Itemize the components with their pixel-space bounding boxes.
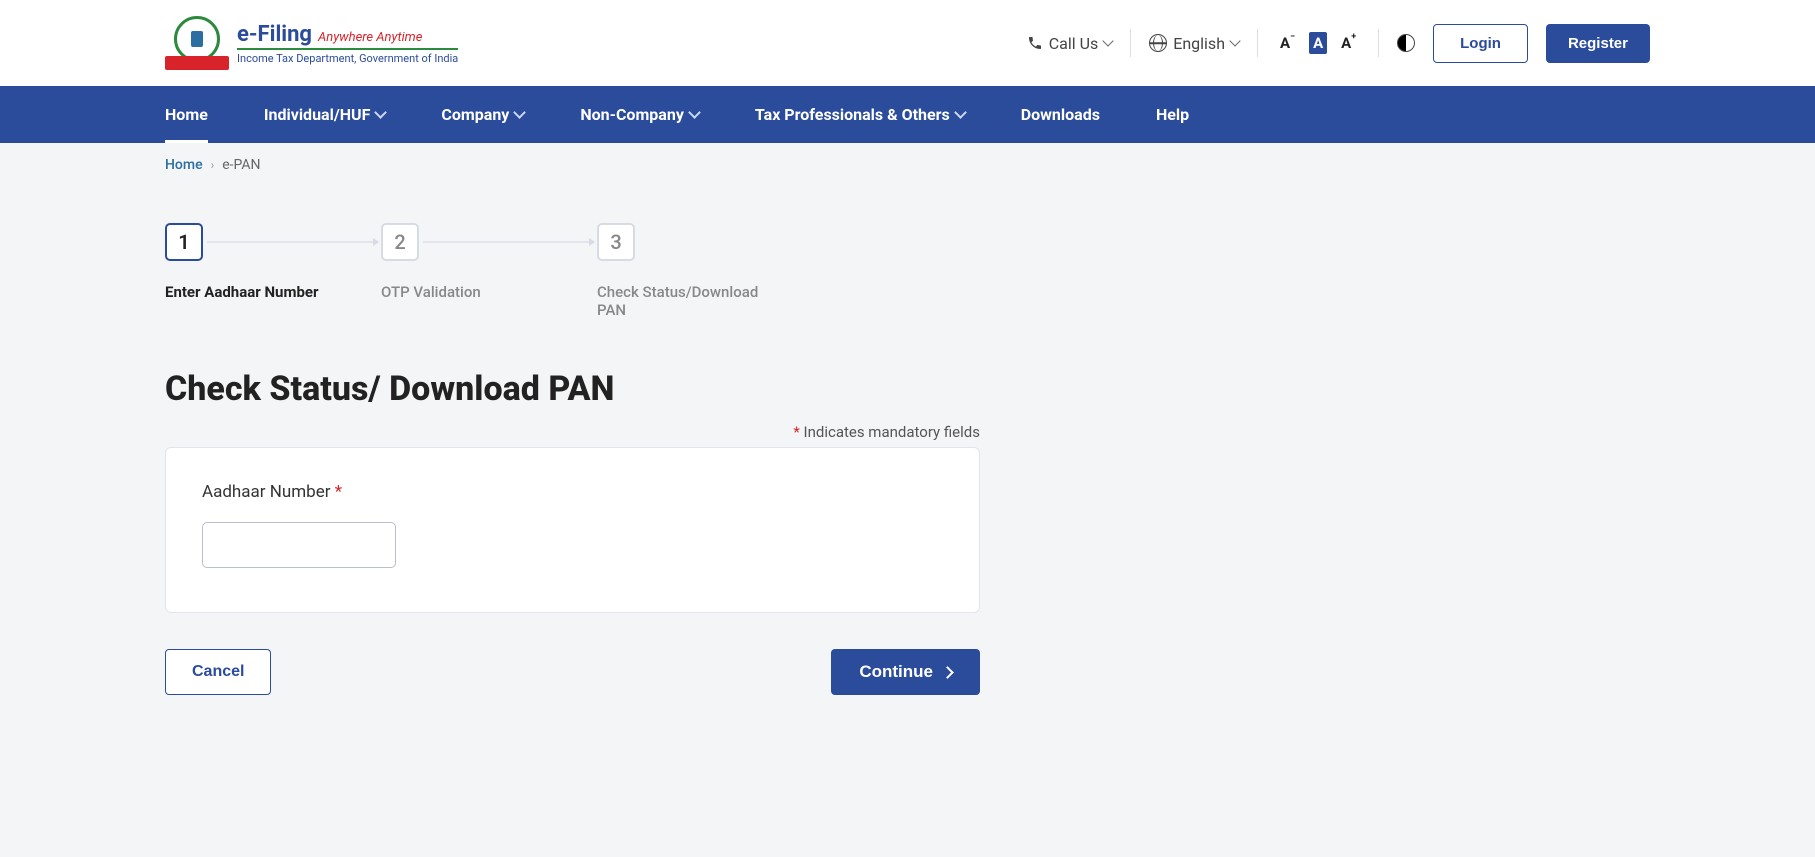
login-button[interactable]: Login	[1433, 24, 1528, 63]
step-connector	[423, 241, 593, 243]
logo-title: e-Filing	[237, 22, 312, 47]
progress-stepper: 1 Enter Aadhaar Number 2 OTP Validation …	[0, 183, 1815, 319]
chevron-right-icon: ›	[211, 158, 215, 172]
divider	[1130, 29, 1131, 57]
emblem-icon	[165, 16, 229, 70]
step-1-label: Enter Aadhaar Number	[165, 283, 318, 301]
chevron-down-icon	[375, 106, 388, 119]
step-3: 3 Check Status/Download PAN	[597, 223, 813, 319]
main-content: Check Status/ Download PAN * Indicates m…	[0, 319, 1145, 755]
continue-button[interactable]: Continue	[831, 649, 980, 695]
step-2-number: 2	[381, 223, 419, 261]
step-connector	[207, 241, 377, 243]
top-header: e-Filing Anywhere Anytime Income Tax Dep…	[0, 0, 1815, 86]
chevron-down-icon	[954, 106, 967, 119]
call-us-label: Call Us	[1049, 34, 1099, 53]
form-card: Aadhaar Number *	[165, 447, 980, 613]
mandatory-note: * Indicates mandatory fields	[165, 423, 980, 441]
nav-downloads[interactable]: Downloads	[1021, 86, 1100, 143]
step-1: 1 Enter Aadhaar Number	[165, 223, 381, 301]
logo-subtitle: Income Tax Department, Government of Ind…	[237, 48, 458, 65]
nav-help[interactable]: Help	[1156, 86, 1189, 143]
chevron-down-icon	[688, 106, 701, 119]
chevron-down-icon	[1229, 35, 1240, 46]
divider	[1378, 29, 1379, 57]
nav-company[interactable]: Company	[441, 86, 524, 143]
aadhaar-input[interactable]	[202, 522, 396, 568]
step-3-label: Check Status/Download PAN	[597, 283, 777, 319]
language-label: English	[1173, 34, 1225, 53]
font-size-controls: A− A A+	[1276, 32, 1360, 54]
register-button[interactable]: Register	[1546, 24, 1650, 63]
phone-icon	[1027, 35, 1043, 51]
contrast-toggle-icon[interactable]	[1397, 34, 1415, 52]
logo-text: e-Filing Anywhere Anytime Income Tax Dep…	[237, 22, 458, 65]
primary-nav: Home Individual/HUF Company Non-Company …	[0, 86, 1815, 143]
step-1-number: 1	[165, 223, 203, 261]
globe-icon	[1149, 34, 1167, 52]
chevron-down-icon	[1103, 35, 1114, 46]
logo-tagline: Anywhere Anytime	[318, 30, 422, 45]
aadhaar-label: Aadhaar Number *	[202, 482, 943, 502]
nav-non-company[interactable]: Non-Company	[580, 86, 699, 143]
header-controls: Call Us English A− A A+ Login Register	[1027, 24, 1650, 63]
call-us-dropdown[interactable]: Call Us	[1027, 34, 1113, 53]
step-3-number: 3	[597, 223, 635, 261]
action-row: Cancel Continue	[165, 649, 980, 695]
breadcrumb-current: e-PAN	[222, 157, 260, 173]
divider	[1257, 29, 1258, 57]
nav-home[interactable]: Home	[165, 86, 208, 143]
language-dropdown[interactable]: English	[1149, 34, 1239, 53]
breadcrumb-home-link[interactable]: Home	[165, 157, 203, 173]
continue-label: Continue	[859, 662, 933, 682]
font-normal-button[interactable]: A	[1309, 32, 1327, 54]
site-logo[interactable]: e-Filing Anywhere Anytime Income Tax Dep…	[165, 16, 458, 70]
font-decrease-button[interactable]: A−	[1276, 32, 1299, 54]
font-increase-button[interactable]: A+	[1337, 32, 1360, 54]
step-2: 2 OTP Validation	[381, 223, 597, 301]
nav-individual-huf[interactable]: Individual/HUF	[264, 86, 386, 143]
cancel-button[interactable]: Cancel	[165, 649, 271, 695]
nav-tax-professionals[interactable]: Tax Professionals & Others	[755, 86, 965, 143]
chevron-right-icon	[941, 666, 954, 679]
chevron-down-icon	[513, 106, 526, 119]
page-title: Check Status/ Download PAN	[165, 369, 980, 409]
step-2-label: OTP Validation	[381, 283, 481, 301]
breadcrumb: Home › e-PAN	[0, 143, 1815, 183]
